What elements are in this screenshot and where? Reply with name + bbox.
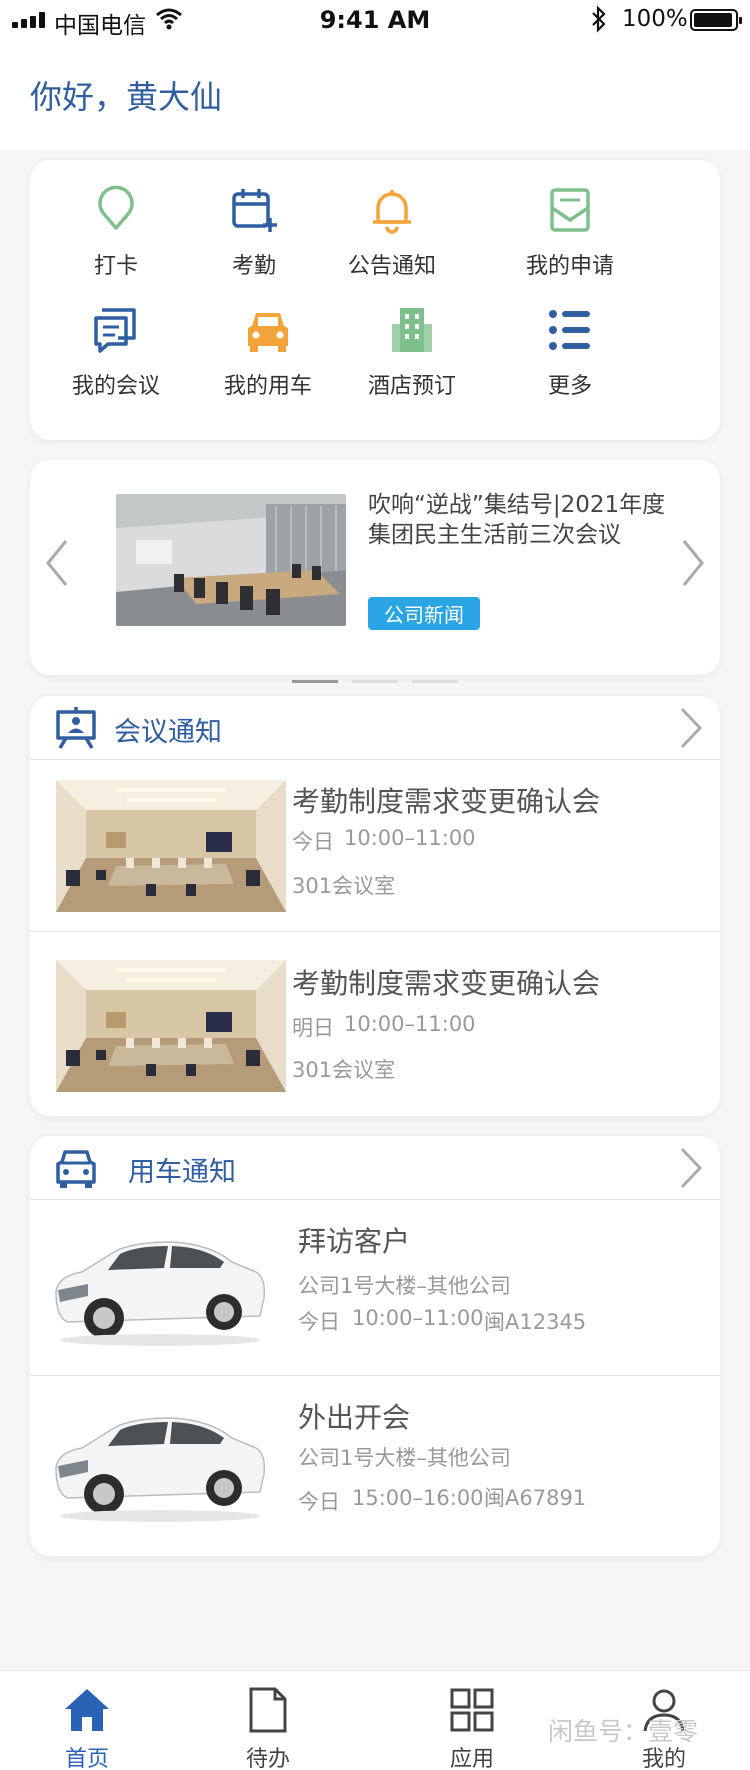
quick-action-label: 更多 (547, 374, 592, 399)
meeting-item[interactable]: 考勤制度需求变更确认会 明日 10:00–11:00 301会议室 (30, 932, 720, 1112)
news-category-tag: 公司新闻 (368, 597, 480, 630)
watermark: 闲鱼号：壹零 (548, 1717, 699, 1746)
car-notice-header[interactable]: 用车通知 (30, 1136, 720, 1200)
meeting-room-image (56, 960, 286, 1092)
meeting-time: 10:00–11:00 (344, 826, 476, 850)
meeting-day: 今日 (292, 830, 334, 854)
meeting-notice-card: 会议通知 考勤制度需求变更确认会 今日 10:00–11:00 301会议室 考… (30, 696, 720, 1116)
car-trip-day: 今日 (298, 1310, 340, 1334)
chevron-right-icon[interactable] (678, 1146, 704, 1190)
car-trip-route: 公司1号大楼–其他公司 (298, 1274, 511, 1298)
meeting-room-image (56, 780, 286, 912)
meeting-board-icon (56, 707, 96, 749)
document-icon (249, 1687, 287, 1733)
carousel-dot[interactable] (412, 680, 458, 683)
meeting-notice-title: 会议通知 (114, 717, 222, 748)
meeting-name: 考勤制度需求变更确认会 (292, 967, 601, 1000)
location-pin-icon (98, 185, 134, 230)
carousel-next-arrow[interactable] (680, 538, 706, 588)
list-icon (549, 310, 590, 350)
car-notice-title: 用车通知 (128, 1157, 236, 1188)
meeting-time: 10:00–11:00 (344, 1012, 476, 1036)
meeting-room: 301会议室 (292, 1058, 396, 1082)
chat-icon (94, 308, 136, 353)
car-trip-time: 10:00–11:00 (352, 1306, 484, 1330)
car-plate-number: 闽A67891 (484, 1486, 587, 1510)
car-trip-purpose: 外出开会 (298, 1401, 411, 1434)
tab-home[interactable]: 首页 (27, 1685, 147, 1770)
car-trip-route: 公司1号大楼–其他公司 (298, 1446, 511, 1470)
tab-todo[interactable]: 待办 (208, 1685, 328, 1770)
car-booking-item[interactable]: 外出开会 公司1号大楼–其他公司 今日 15:00–16:00 闽A67891 (30, 1376, 720, 1552)
quick-action-label: 酒店预订 (367, 374, 456, 399)
quick-action-label: 公告通知 (347, 254, 436, 279)
quick-action-my-applications[interactable]: 我的申请 (484, 184, 656, 280)
quick-action-label: 我的会议 (71, 374, 160, 399)
news-title[interactable]: 吹响“逆战”集结号|2021年度集团民主生活前三次会议 (368, 490, 668, 550)
car-notice-card: 用车通知 拜访客户 公司1号大楼–其他公司 今日 10:00–11:00 闽A1… (30, 1136, 720, 1556)
meeting-day: 明日 (292, 1016, 334, 1040)
car-image (55, 1241, 266, 1346)
header: 你好，黄大仙 (0, 40, 750, 150)
meeting-room: 301会议室 (292, 874, 396, 898)
news-thumbnail[interactable] (116, 494, 346, 626)
car-trip-purpose: 拜访客户 (298, 1225, 411, 1258)
mail-icon (550, 188, 590, 232)
car-icon (248, 313, 288, 352)
home-icon (65, 1689, 109, 1731)
calendar-add-icon (232, 189, 277, 232)
carousel-dot[interactable] (352, 680, 398, 683)
tab-label: 首页 (64, 1747, 109, 1770)
carousel-indicator (292, 668, 472, 687)
quick-action-my-meetings[interactable]: 我的会议 (30, 304, 202, 400)
quick-actions-card: 打卡 考勤 公告通知 我的申请 我的会议 我的用车 酒店预订 更多 (30, 160, 720, 440)
status-bar: 中国电信 9:41 AM 100% (0, 0, 750, 40)
car-plate-number: 闽A12345 (484, 1310, 587, 1334)
quick-action-more[interactable]: 更多 (484, 304, 656, 400)
battery-percent: 100% (622, 6, 688, 32)
tab-label: 应用 (449, 1747, 494, 1770)
chevron-right-icon[interactable] (678, 706, 704, 750)
car-front-icon (56, 1150, 96, 1188)
news-carousel[interactable]: 吹响“逆战”集结号|2021年度集团民主生活前三次会议 公司新闻 (30, 460, 720, 683)
car-trip-time: 15:00–16:00 (352, 1486, 484, 1510)
home-screen: 中国电信 9:41 AM 100% 你好，黄大仙 打卡 考勤 公告通知 我的申请… (0, 0, 750, 1770)
bell-icon (373, 190, 411, 234)
meeting-notice-header[interactable]: 会议通知 (30, 696, 720, 760)
grid-icon (450, 1688, 494, 1732)
battery-icon (690, 9, 742, 31)
greeting: 你好，黄大仙 (30, 78, 223, 116)
carousel-prev-arrow[interactable] (44, 538, 70, 588)
quick-action-announcements[interactable]: 公告通知 (306, 184, 478, 280)
car-image (55, 1417, 266, 1522)
meeting-name: 考勤制度需求变更确认会 (292, 785, 601, 818)
quick-action-label: 我的申请 (525, 254, 614, 279)
carousel-dot[interactable] (292, 680, 338, 683)
tab-apps[interactable]: 应用 (412, 1685, 532, 1770)
building-icon (392, 308, 432, 352)
tab-label: 待办 (245, 1747, 290, 1770)
car-booking-item[interactable]: 拜访客户 公司1号大楼–其他公司 今日 10:00–11:00 闽A12345 (30, 1200, 720, 1376)
meeting-item[interactable]: 考勤制度需求变更确认会 今日 10:00–11:00 301会议室 (30, 760, 720, 932)
quick-action-hotel-booking[interactable]: 酒店预订 (326, 304, 498, 400)
bluetooth-icon (592, 5, 606, 33)
car-trip-day: 今日 (298, 1490, 340, 1514)
